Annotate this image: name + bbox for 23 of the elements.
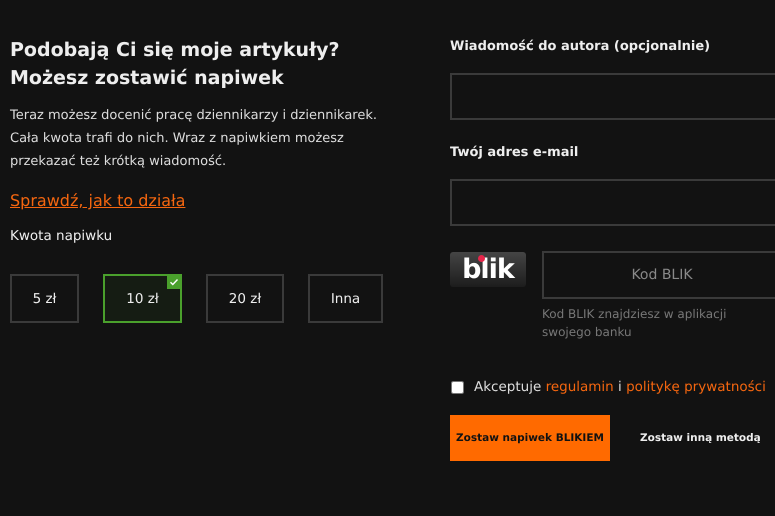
amount-option[interactable]: 5 zł [10,274,79,323]
hint-text: Kod BLIK znajdziesz w aplikacji swojego banku [542,306,728,341]
terms-link[interactable]: politykę prywatności [626,379,766,395]
heading: Podobają Ci się moje artykuły? [10,38,341,63]
check-icon [167,275,181,289]
amount-option[interactable]: 20 zł [206,274,284,323]
blik-logo: blik [450,252,526,287]
terms-link[interactable]: regulamin [546,379,614,395]
amount-label: Kwota napiwku [10,228,114,244]
other-method-button[interactable]: Zostaw inną metodą [620,423,775,453]
amount-option[interactable]: 10 zł [103,274,182,323]
message-field[interactable] [450,73,775,120]
blik-tip-button[interactable]: Zostaw napiwek BLIKIEM [450,415,610,461]
heading: Możesz zostawić napiwek [10,66,285,91]
field-label: Wiadomość do autora (opcjonalnie) [450,39,712,56]
blik-code-field[interactable]: Kod BLIK [542,251,775,299]
field-label: Twój adres e-mail [450,145,580,162]
how-it-works-link[interactable]: Sprawdź, jak to działa [10,191,186,210]
intro-text: Teraz możesz docenić pracę dziennikarzy i dziennikarek. Cała kwota trafi do nich. Wraz z napiwkiem możesz przekazać też krótką wiadomość. [10,107,378,171]
consent-checkbox[interactable] [451,380,464,394]
amount-option[interactable]: Inna [308,274,383,323]
consent-text: Akceptuje regulamin i politykę prywatności [474,379,766,395]
email-field[interactable] [450,179,775,226]
